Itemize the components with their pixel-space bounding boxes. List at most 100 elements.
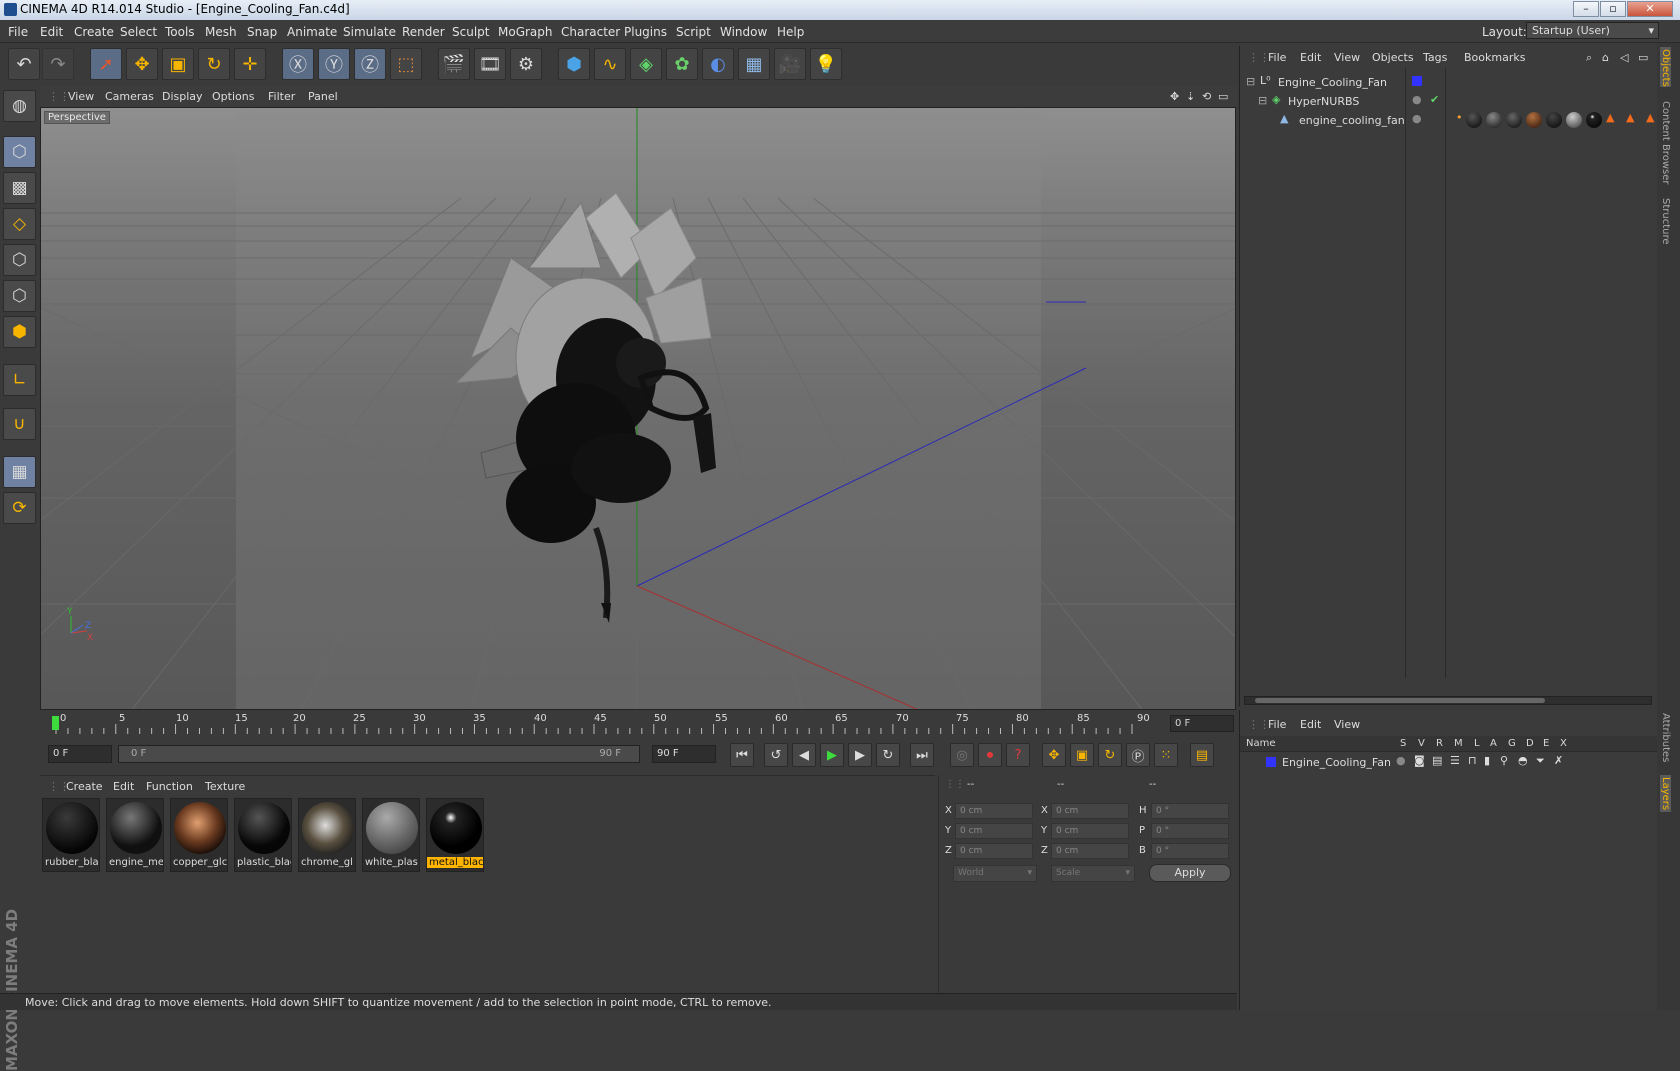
apply-button[interactable]: Apply [1149,864,1231,882]
render-picture-viewer-icon[interactable]: 🎞 [474,48,506,80]
object-row[interactable]: ▲ engine_cooling_fan ● • ▲ ▲ ▲ [1244,110,1654,129]
preview-range-slider[interactable]: 0 F 90 F [118,745,640,763]
home-icon[interactable]: ⌂ [1602,51,1609,64]
start-frame-field[interactable]: 0 F [48,745,112,763]
menu-window[interactable]: Window [720,25,767,39]
rotation-h-field[interactable]: 0 ° [1151,803,1229,819]
scale-tool-icon[interactable]: ▣ [162,48,194,80]
material-swatch[interactable]: chrome_gl [298,798,356,872]
material-swatch[interactable]: metal_blacl [426,798,484,872]
add-tool-icon[interactable]: ✛ [234,48,266,80]
selection-tag-icon[interactable]: ▲ [1646,111,1654,124]
key-rotation-icon[interactable]: ↻ [1098,743,1122,767]
timeline-ruler[interactable]: 0 5 10 15 20 25 30 35 40 45 50 55 60 65 … [52,711,1160,737]
dolly-view-icon[interactable]: ⇣ [1186,90,1195,103]
key-parameter-icon[interactable]: Ⓟ [1126,743,1150,767]
menu-file[interactable]: File [8,25,28,39]
viewport-menu-filter[interactable]: Filter [268,90,295,103]
scrollbar-thumb[interactable] [1255,698,1545,703]
material-tag-icon[interactable] [1466,112,1482,128]
render-icon[interactable]: ▤ [1432,754,1442,767]
layout-select[interactable]: Startup (User) ▾ [1526,22,1659,39]
layer-color-swatch[interactable] [1266,757,1276,767]
maximize-panel-icon[interactable]: ▭ [1638,51,1648,64]
deformer-icon[interactable]: ◓ [1518,754,1528,767]
nurbs-icon[interactable]: ◈ [630,48,662,80]
layer-row[interactable]: Engine_Cooling_Fan ● ◙ ▤ ☰ ⊓ ▮ ⚲ ◓ ⏷ ✗ [1244,754,1654,773]
lock-icon[interactable]: ⊓ [1468,754,1477,767]
layer-menu-edit[interactable]: Edit [1300,718,1321,731]
viewport-camera-label[interactable]: Perspective [44,111,110,124]
timeline-window-icon[interactable]: ▤ [1190,743,1214,767]
previous-key-icon[interactable]: ↺ [764,743,788,767]
live-selection-icon[interactable]: ➚ [90,48,122,80]
layer-menu-view[interactable]: View [1334,718,1360,731]
maximize-view-icon[interactable]: ▭ [1218,90,1228,103]
menu-plugins[interactable]: Plugins [624,25,667,39]
column-manager[interactable]: M [1454,738,1463,749]
spline-icon[interactable]: ∿ [594,48,626,80]
material-menu-create[interactable]: Create [66,780,103,793]
minimize-button[interactable]: – [1573,1,1599,17]
material-swatch[interactable]: engine_me [106,798,164,872]
coordinate-system-icon[interactable]: ⬚ [390,48,422,80]
rotation-p-field[interactable]: 0 ° [1151,823,1229,839]
y-axis-lock-icon[interactable]: Ⓨ [318,48,350,80]
tab-objects[interactable]: Objects [1660,47,1671,87]
position-x-field[interactable]: 0 cm [955,803,1033,819]
go-to-end-icon[interactable]: ⏭ [910,743,934,767]
column-expressions[interactable]: E [1543,738,1549,749]
workplane-lock-icon[interactable]: ▦ [3,456,36,488]
animation-icon[interactable]: ▮ [1484,754,1490,767]
menu-mograph[interactable]: MoGraph [498,25,553,39]
column-animation[interactable]: A [1490,738,1497,749]
camera-icon[interactable]: 🎥 [774,48,806,80]
object-menu-objects[interactable]: Objects [1372,51,1414,64]
close-button[interactable]: ✕ [1627,1,1673,17]
material-tag-icon[interactable] [1566,112,1582,128]
material-menu-edit[interactable]: Edit [113,780,134,793]
rotate-tool-icon[interactable]: ↻ [198,48,230,80]
size-y-field[interactable]: 0 cm [1051,823,1129,839]
material-menu-texture[interactable]: Texture [205,780,245,793]
column-generators[interactable]: G [1508,738,1516,749]
column-solo[interactable]: S [1400,738,1406,749]
polygons-mode-icon[interactable]: ⬢ [3,316,36,348]
previous-frame-icon[interactable]: ◀ [792,743,816,767]
object-menu-tags[interactable]: Tags [1423,51,1447,64]
current-frame-field[interactable]: 0 F [1170,715,1234,732]
perspective-viewport[interactable]: Y Z X Perspective [40,107,1236,710]
workplane-mode-icon[interactable]: ◇ [3,208,36,240]
end-frame-field[interactable]: 90 F [652,745,716,763]
rotation-b-field[interactable]: 0 ° [1151,843,1229,859]
edges-mode-icon[interactable]: ⬡ [3,280,36,312]
column-deformers[interactable]: D [1526,738,1534,749]
viewport-menu-options[interactable]: Options [212,90,254,103]
expand-icon[interactable]: ⊟ [1258,94,1267,107]
menu-animate[interactable]: Animate [287,25,337,39]
layer-menu-file[interactable]: File [1268,718,1286,731]
menu-edit[interactable]: Edit [40,25,63,39]
array-icon[interactable]: ✿ [666,48,698,80]
snap-magnet-icon[interactable]: ∪ [3,408,36,440]
minimize-panel-icon[interactable]: ◁ [1620,51,1628,64]
generator-icon[interactable]: ⚲ [1500,754,1508,767]
material-tag-icon[interactable] [1506,112,1522,128]
viewport-menu-display[interactable]: Display [162,90,203,103]
tab-content-browser[interactable]: Content Browser [1660,101,1671,184]
cube-object-icon[interactable]: ⬢ [558,48,590,80]
key-pla-icon[interactable]: ⁙ [1154,743,1178,767]
redo-icon[interactable]: ↷ [42,48,74,80]
horizontal-scrollbar[interactable] [1244,696,1652,705]
render-settings-icon[interactable]: ⚙ [510,48,542,80]
next-key-icon[interactable]: ↻ [876,743,900,767]
texture-mode-icon[interactable]: ▩ [3,172,36,204]
menu-sculpt[interactable]: Sculpt [452,25,489,39]
position-z-field[interactable]: 0 cm [955,843,1033,859]
deformer-icon[interactable]: ◐ [702,48,734,80]
visibility-dot-icon[interactable]: ● [1412,93,1422,106]
play-icon[interactable]: ▶ [820,743,844,767]
object-menu-edit[interactable]: Edit [1300,51,1321,64]
maximize-button[interactable]: ▫ [1600,1,1626,17]
material-swatch[interactable]: rubber_bla [42,798,100,872]
